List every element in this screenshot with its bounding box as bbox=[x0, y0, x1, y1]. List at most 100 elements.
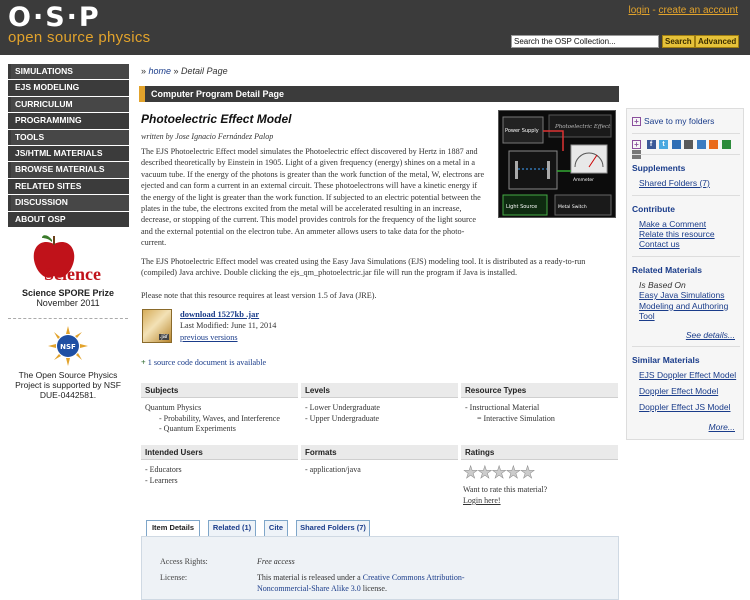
nav-item-about-osp[interactable]: ABOUT OSP bbox=[8, 211, 129, 227]
left-navigation: SIMULATIONS EJS MODELING CURRICULUM PROGRAM… bbox=[8, 64, 129, 228]
related-materials-heading: Related Materials bbox=[632, 265, 702, 275]
download-jar-link[interactable]: download 1527kb .jar bbox=[180, 309, 259, 319]
source-code-doc[interactable]: + 1 source code document is available bbox=[141, 358, 266, 367]
type-item: - Instructional Material bbox=[465, 403, 540, 412]
nsf-seal-icon: NSF bbox=[48, 326, 88, 366]
similar-material-link[interactable]: EJS Doppler Effect Model bbox=[639, 370, 736, 381]
intended-users-list: - Educators - Learners bbox=[145, 465, 182, 486]
sidebar-divider bbox=[632, 154, 740, 155]
login-here-link[interactable]: Login here! bbox=[463, 496, 501, 507]
nav-item-related-sites[interactable]: RELATED SITES bbox=[8, 178, 129, 195]
google-bookmark-icon[interactable] bbox=[696, 140, 706, 150]
license-pre: This material is released under a bbox=[257, 573, 363, 582]
relate-resource-link[interactable]: Relate this resource bbox=[639, 229, 715, 240]
save-to-folders-text: Save to my folders bbox=[644, 116, 715, 126]
tab-cite[interactable]: Cite bbox=[264, 520, 288, 536]
plus-icon: + bbox=[632, 117, 641, 127]
reddit-icon[interactable] bbox=[721, 140, 731, 150]
rating-star-icon[interactable]: ★ bbox=[491, 464, 507, 482]
previous-versions-link[interactable]: previous versions bbox=[180, 333, 238, 342]
rating-star-icon[interactable]: ★ bbox=[505, 464, 521, 482]
search-button[interactable]: Search bbox=[662, 35, 695, 48]
auth-separator: - bbox=[649, 5, 659, 16]
save-to-folders-link[interactable]: + Save to my folders bbox=[632, 116, 715, 127]
nav-item-tools[interactable]: TOOLS bbox=[8, 129, 129, 145]
thumb-title: Photoelectric Effect bbox=[554, 124, 611, 130]
thumb-metal-switch: Metal Switch bbox=[558, 204, 587, 210]
create-account-link[interactable]: create an account bbox=[659, 5, 739, 16]
see-details-link[interactable]: See details... bbox=[686, 330, 735, 340]
shared-folders-link[interactable]: Shared Folders (7) bbox=[639, 178, 710, 189]
nav-item-simulations[interactable]: SIMULATIONS bbox=[8, 64, 129, 80]
intended-users-header: Intended Users bbox=[141, 445, 298, 460]
sidebar-divider bbox=[632, 256, 740, 257]
breadcrumb-current: Detail Page bbox=[181, 66, 228, 76]
science-prize-date: November 2011 bbox=[36, 298, 100, 308]
nav-item-programming[interactable]: PROGRAMMING bbox=[8, 113, 129, 129]
nsf-logo-text: NSF bbox=[60, 343, 76, 351]
last-modified: Last Modified: June 11, 2014 bbox=[180, 321, 277, 330]
rating-star-icon[interactable]: ★ bbox=[477, 464, 493, 482]
share-plus-icon[interactable]: + bbox=[632, 140, 641, 150]
left-divider bbox=[8, 318, 128, 319]
osp-logo[interactable]: O·S·P open source physics bbox=[8, 4, 150, 46]
formats-list: - application/java bbox=[305, 465, 361, 476]
supplements-heading: Supplements bbox=[632, 163, 686, 173]
science-apple-logo[interactable]: Science bbox=[22, 232, 114, 284]
levels-header: Levels bbox=[301, 383, 458, 398]
resource-title: Photoelectric Effect Model bbox=[141, 112, 292, 126]
thumb-ammeter: Ammeter bbox=[573, 177, 594, 183]
jar-icon-label: .jar bbox=[158, 334, 169, 340]
jar-file-icon[interactable]: .jar bbox=[142, 309, 172, 343]
resource-author: written by Jose Ignacio Fernández Palop bbox=[141, 132, 274, 141]
contact-us-link[interactable]: Contact us bbox=[639, 239, 680, 250]
advanced-search-button[interactable]: Advanced bbox=[695, 35, 740, 48]
similar-material-link[interactable]: Doppler Effect JS Model bbox=[639, 402, 731, 413]
nav-item-curriculum[interactable]: CURRICULUM bbox=[8, 96, 129, 113]
auth-links: login - create an account bbox=[628, 5, 738, 16]
facebook-icon[interactable]: f bbox=[646, 140, 656, 150]
nav-item-discussion[interactable]: DISCUSSION bbox=[8, 195, 129, 211]
breadcrumb-home[interactable]: home bbox=[149, 66, 172, 76]
rating-stars[interactable]: ★★★★★ bbox=[463, 464, 536, 482]
delicious-icon[interactable] bbox=[671, 140, 681, 150]
tab-item-details[interactable]: Item Details bbox=[146, 520, 200, 537]
sidebar-divider bbox=[632, 195, 740, 196]
rating-star-icon[interactable]: ★ bbox=[520, 464, 536, 482]
source-code-doc-text: 1 source code document is available bbox=[145, 358, 267, 367]
tab-shared-folders[interactable]: Shared Folders (7) bbox=[296, 520, 370, 536]
make-comment-link[interactable]: Make a Comment bbox=[639, 219, 706, 230]
user-item: - Educators bbox=[145, 465, 182, 474]
license-label: License: bbox=[160, 573, 188, 582]
access-rights-value: Free access bbox=[257, 557, 295, 566]
sidebar-divider bbox=[632, 346, 740, 347]
breadcrumb: » home » Detail Page bbox=[141, 66, 228, 76]
subject-item: - Probability, Waves, and Interference bbox=[159, 413, 280, 423]
resource-description: The EJS Photoelectric Effect model simul… bbox=[141, 147, 485, 248]
breadcrumb-prefix: » bbox=[141, 66, 149, 76]
nav-item-browse-materials[interactable]: BROWSE MATERIALS bbox=[8, 162, 129, 178]
digg-icon[interactable] bbox=[684, 140, 694, 150]
nsf-logo[interactable]: NSF bbox=[48, 326, 88, 366]
logo-osp-text: O·S·P bbox=[8, 2, 101, 33]
resource-java-note: Please note that this resource requires … bbox=[141, 291, 377, 300]
site-header: O·S·P open source physics login - create… bbox=[0, 0, 750, 55]
similar-material-link[interactable]: Doppler Effect Model bbox=[639, 386, 718, 397]
sidebar-divider bbox=[632, 133, 740, 134]
formats-header: Formats bbox=[301, 445, 458, 460]
level-item: - Lower Undergraduate bbox=[305, 403, 380, 412]
more-similar-link[interactable]: More... bbox=[709, 422, 735, 432]
nav-item-js-html-materials[interactable]: JS/HTML MATERIALS bbox=[8, 145, 129, 162]
resource-thumbnail[interactable]: Power Supply Photoelectric Effect Ammete… bbox=[498, 110, 616, 218]
simulation-screenshot: Power Supply Photoelectric Effect Ammete… bbox=[499, 111, 615, 217]
science-wordmark: Science bbox=[44, 264, 101, 284]
twitter-icon[interactable]: t bbox=[659, 140, 669, 150]
search-input[interactable] bbox=[511, 35, 659, 48]
stumbleupon-icon[interactable] bbox=[709, 140, 719, 150]
login-link[interactable]: login bbox=[628, 5, 649, 16]
is-based-on-label: Is Based On bbox=[639, 280, 686, 290]
tab-related[interactable]: Related (1) bbox=[208, 520, 256, 536]
ejs-tool-link[interactable]: Easy Java Simulations Modeling and Autho… bbox=[639, 290, 739, 322]
nav-item-ejs-modeling[interactable]: EJS MODELING bbox=[8, 80, 129, 96]
rating-star-icon[interactable]: ★ bbox=[463, 464, 479, 482]
